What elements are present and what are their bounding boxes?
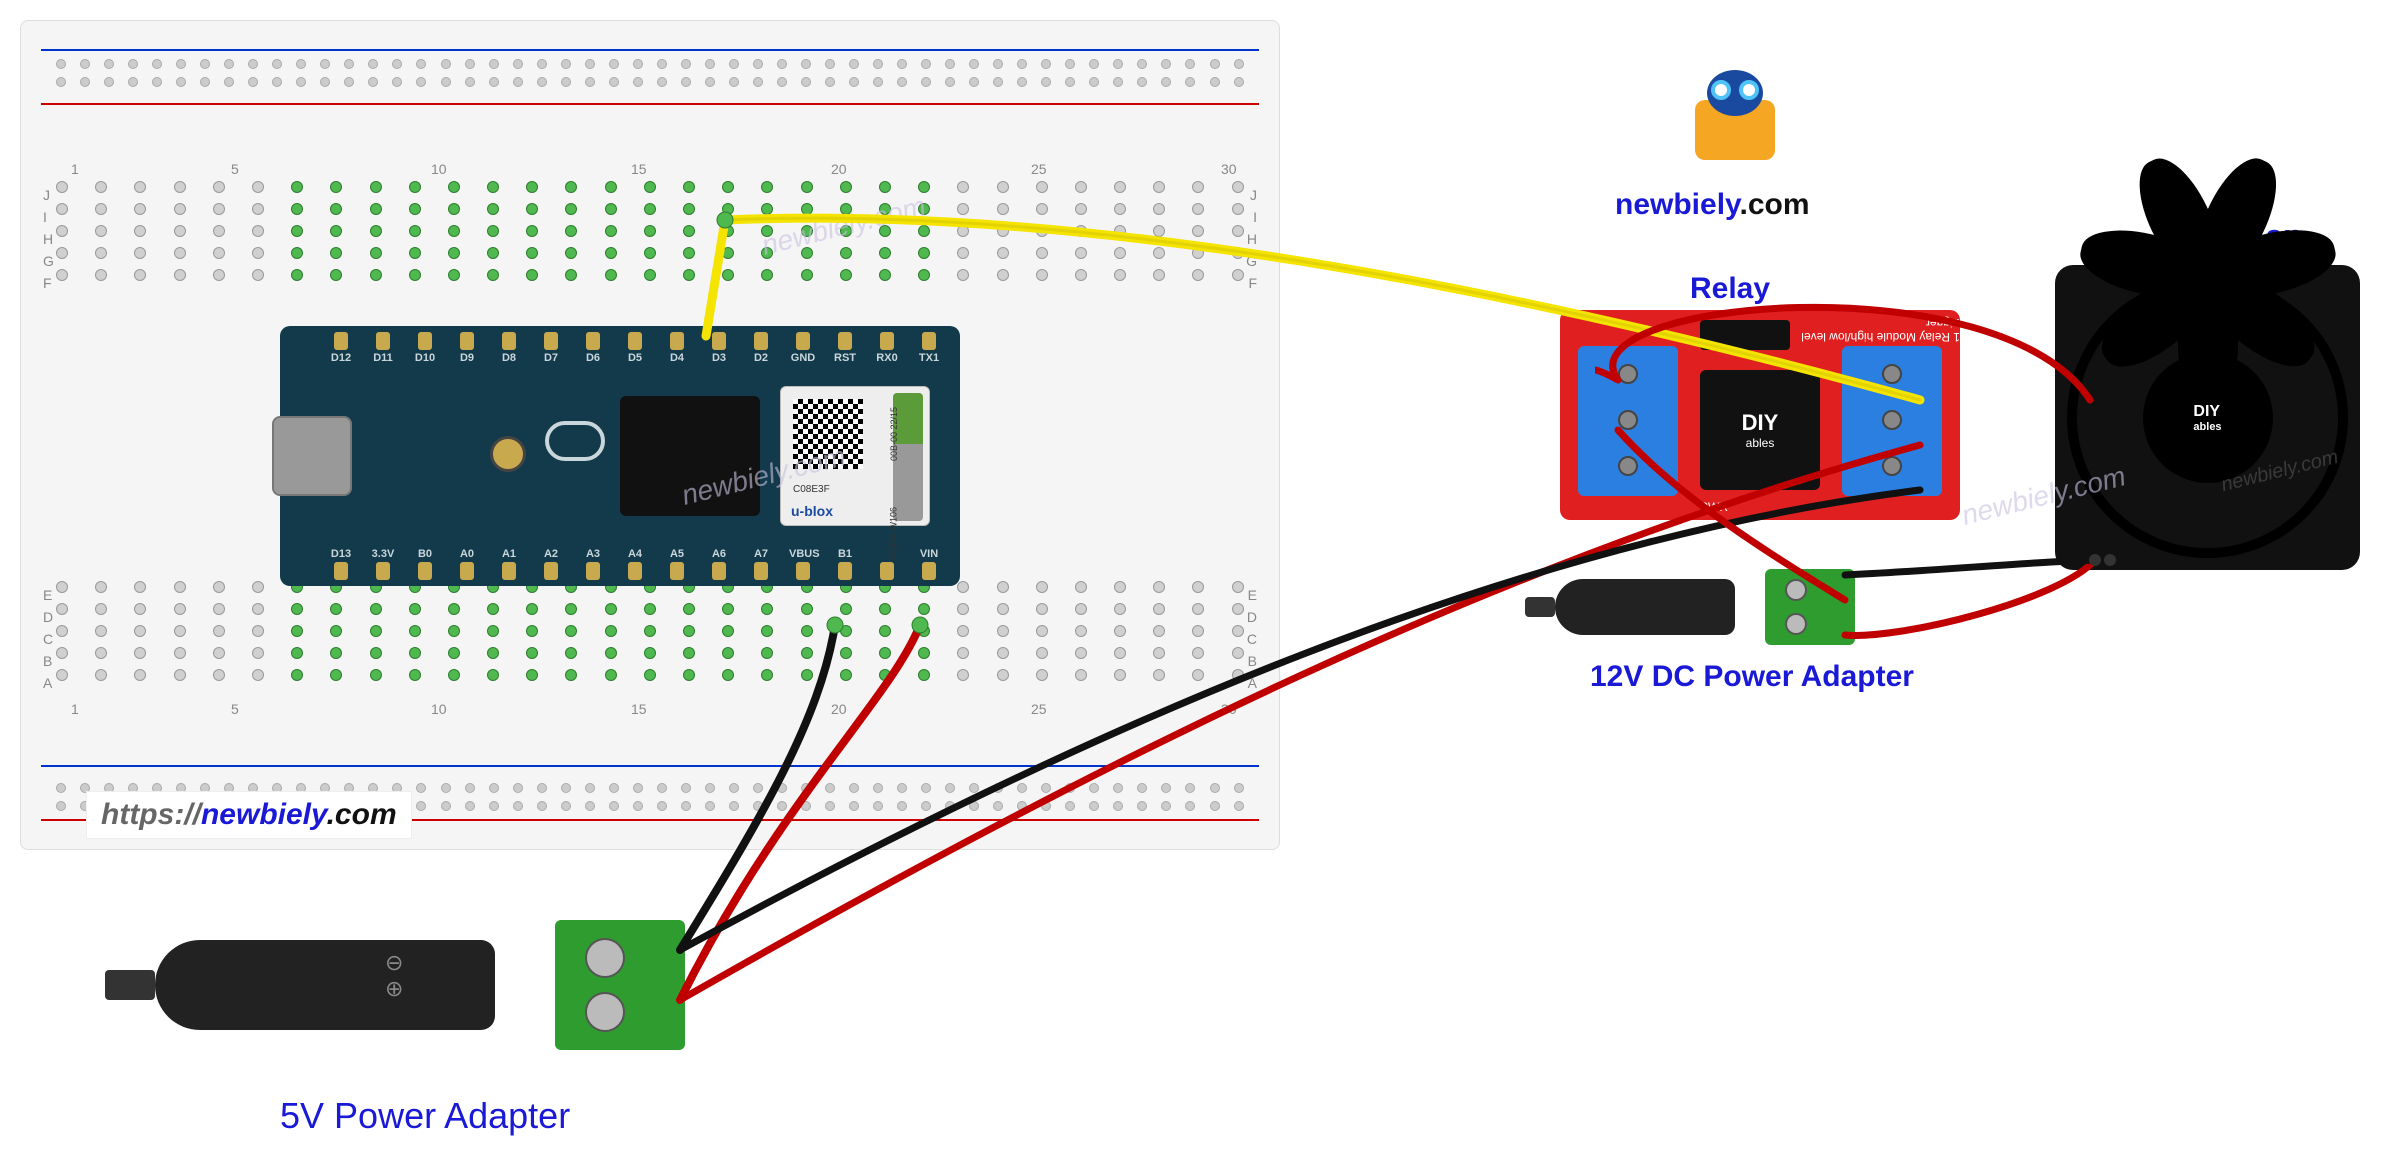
breadboard-tie-upper xyxy=(56,181,1244,281)
arduino-nano-esp32: u-blox C08E3F 00B-00 22/15 NORA-W106 D12… xyxy=(280,326,960,586)
power-adapter-12v xyxy=(1555,565,1855,650)
dc-barrel-jack-icon xyxy=(155,940,495,1030)
source-url: https://newbiely.com xyxy=(86,791,412,839)
newbiely-owl-logo-icon xyxy=(1665,60,1805,180)
breadboard-rail-top xyxy=(56,59,1244,87)
usb-c-port-icon xyxy=(272,416,352,496)
screw-terminal-icon xyxy=(1765,569,1855,645)
relay-label: Relay xyxy=(1690,272,1770,306)
relay-level-jumper xyxy=(1700,320,1790,350)
relay-input-terminal xyxy=(1842,346,1942,496)
power-adapter-5v: ⊖⊕ xyxy=(155,900,685,1070)
adapter-12v-label: 12V DC Power Adapter xyxy=(1590,660,1914,694)
dc-barrel-jack-icon xyxy=(1555,579,1735,635)
mcu-pinlabels-top: D12D11D10D9D8D7D6D5D4D3D2GNDRSTRX0TX1 xyxy=(320,352,950,364)
arduino-logo-icon xyxy=(545,421,605,461)
relay-top-text: 1 Relay Module high/low level trigger xyxy=(1800,316,1960,344)
relay-cube: DIY ables xyxy=(1700,370,1820,490)
relay-output-terminal xyxy=(1578,346,1678,496)
mcu-pinlabels-bottom: D133.3VB0A0A1A2A3A4A5A6A7VBUSB1VIN xyxy=(320,548,950,560)
mcu-pins-top xyxy=(320,332,950,350)
mcu-pins-bottom xyxy=(320,562,950,580)
relay-module: DIY ables 1 Relay Module high/low level … xyxy=(1560,310,1960,520)
reset-button xyxy=(490,436,526,472)
diagram-canvas: https://newbiely.com JJIIHHGGFFEEDDCCBBA… xyxy=(0,0,2383,1167)
fan-hub: DIYables xyxy=(2143,353,2273,483)
fan-12v: DIYables xyxy=(2055,265,2360,570)
relay-pwr-led-label: PWR xyxy=(1700,500,1728,514)
screw-terminal-icon xyxy=(555,920,685,1050)
breadboard-tie-lower xyxy=(56,581,1244,751)
brand-text: newbiely.com xyxy=(1615,188,1810,222)
adapter-5v-label: 5V Power Adapter xyxy=(280,1095,570,1137)
